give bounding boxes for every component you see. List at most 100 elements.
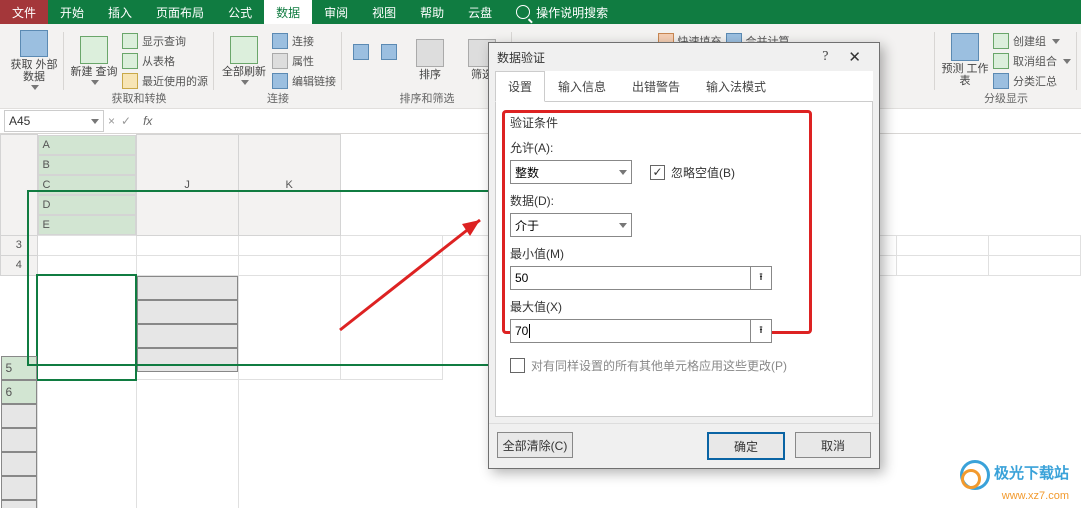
table-icon (80, 36, 108, 64)
sort-asc-button[interactable] (348, 32, 374, 72)
subtotal-button[interactable]: 分类汇总 (993, 72, 1071, 90)
ungroup-icon (993, 53, 1009, 69)
cell[interactable] (137, 276, 238, 300)
forecast-icon (951, 33, 979, 61)
cell[interactable] (137, 348, 238, 372)
name-box[interactable]: A45 (4, 110, 104, 132)
tab-ime-mode[interactable]: 输入法模式 (693, 71, 779, 102)
allow-select[interactable]: 整数 (510, 160, 632, 184)
group-icon (993, 33, 1009, 49)
tab-cloud[interactable]: 云盘 (456, 0, 504, 24)
sort-za-icon (381, 44, 397, 60)
lightbulb-icon (516, 5, 530, 19)
sort-button[interactable]: 排序 (406, 30, 454, 90)
edit-link-icon (272, 73, 288, 89)
cell[interactable] (137, 324, 238, 348)
sort-icon (416, 39, 444, 67)
link-icon (272, 33, 288, 49)
recent-sources-button[interactable]: 最近使用的源 (122, 72, 208, 90)
chevron-down-icon (241, 80, 249, 85)
tab-error-alert[interactable]: 出错警告 (619, 71, 693, 102)
data-select[interactable]: 介于 (510, 213, 632, 237)
group-label: 排序和筛选 (400, 90, 455, 108)
tab-view[interactable]: 视图 (360, 0, 408, 24)
text-caret (529, 324, 530, 338)
group-button[interactable]: 创建组 (993, 32, 1071, 50)
accept-icon: ✓ (121, 114, 131, 128)
refresh-icon (230, 36, 258, 64)
tab-data[interactable]: 数据 (264, 0, 312, 24)
tab-layout[interactable]: 页面布局 (144, 0, 216, 24)
tab-formula[interactable]: 公式 (216, 0, 264, 24)
cell[interactable] (1, 404, 37, 428)
active-cell[interactable] (37, 275, 136, 380)
sort-desc-button[interactable] (376, 32, 402, 72)
group-label: 连接 (267, 90, 289, 108)
ungroup-button[interactable]: 取消组合 (993, 52, 1071, 70)
close-icon[interactable]: ✕ (838, 48, 871, 66)
col-header[interactable]: B (38, 155, 136, 175)
dialog-titlebar[interactable]: 数据验证 ? ✕ (489, 43, 879, 71)
edit-links-button[interactable]: 编辑链接 (272, 72, 336, 90)
clear-all-button[interactable]: 全部清除(C) (497, 432, 573, 458)
col-header[interactable]: J (136, 135, 238, 236)
from-table-button[interactable]: 从表格 (122, 52, 208, 70)
min-label: 最小值(M) (510, 245, 858, 262)
database-icon (20, 30, 48, 57)
section-label: 验证条件 (510, 114, 858, 131)
new-query-button[interactable]: 新建 查询 (70, 30, 118, 90)
get-external-data-button[interactable]: 获取 外部数据 (10, 30, 58, 90)
tab-settings[interactable]: 设置 (495, 71, 545, 102)
show-queries-button[interactable]: 显示查询 (122, 32, 208, 50)
properties-icon (272, 53, 288, 69)
cancel-button[interactable]: 取消 (795, 432, 871, 458)
checkbox-checked-icon: ✓ (650, 165, 665, 180)
range-picker-icon[interactable]: ⭱ (750, 267, 771, 289)
properties-button[interactable]: 属性 (272, 52, 336, 70)
chevron-down-icon (619, 223, 627, 228)
col-header[interactable]: K (238, 135, 340, 236)
data-validation-dialog: 数据验证 ? ✕ 设置 输入信息 出错警告 输入法模式 验证条件 允许(A): … (488, 42, 880, 469)
tab-insert[interactable]: 插入 (96, 0, 144, 24)
dialog-tabs: 设置 输入信息 出错警告 输入法模式 (495, 71, 873, 102)
range-picker-icon[interactable]: ⭱ (750, 320, 771, 342)
tab-file[interactable]: 文件 (0, 0, 48, 24)
col-header[interactable]: E (38, 215, 136, 235)
row-header[interactable]: 3 (1, 235, 38, 255)
table-small-icon (122, 53, 138, 69)
max-input[interactable]: 70⭱ (510, 319, 772, 343)
forecast-button[interactable]: 预测 工作表 (941, 30, 989, 90)
row-header[interactable]: 6 (1, 380, 37, 404)
list-icon (122, 33, 138, 49)
chevron-down-icon (31, 85, 39, 90)
col-header[interactable]: A (38, 135, 136, 155)
ignore-blank-checkbox[interactable]: ✓忽略空值(B) (650, 164, 735, 181)
tell-me-search[interactable]: 操作说明搜索 (504, 0, 620, 24)
chevron-down-icon (91, 80, 99, 85)
tab-input-message[interactable]: 输入信息 (545, 71, 619, 102)
tab-help[interactable]: 帮助 (408, 0, 456, 24)
fx-icon[interactable]: fx (135, 114, 160, 128)
refresh-all-button[interactable]: 全部刷新 (220, 30, 268, 90)
apply-all-checkbox[interactable]: 对有同样设置的所有其他单元格应用这些更改(P) (510, 357, 858, 374)
select-all-corner[interactable] (1, 135, 38, 236)
watermark-logo-icon (960, 460, 990, 490)
min-input[interactable]: 50⭱ (510, 266, 772, 290)
main-tabstrip: 文件 开始 插入 页面布局 公式 数据 审阅 视图 帮助 云盘 操作说明搜索 (0, 0, 1081, 24)
group-label: 获取和转换 (112, 90, 167, 108)
col-header[interactable]: D (38, 195, 136, 215)
help-icon[interactable]: ? (812, 49, 838, 65)
row-header[interactable]: 4 (1, 255, 38, 275)
tab-review[interactable]: 审阅 (312, 0, 360, 24)
chevron-down-icon (91, 119, 99, 124)
tab-home[interactable]: 开始 (48, 0, 96, 24)
ok-button[interactable]: 确定 (707, 432, 785, 460)
col-header[interactable]: C (38, 175, 136, 195)
row-header[interactable]: 5 (1, 356, 37, 380)
cell[interactable] (137, 300, 238, 324)
cancel-icon: × (108, 114, 115, 128)
connections-button[interactable]: 连接 (272, 32, 336, 50)
chevron-down-icon (1063, 59, 1071, 64)
max-label: 最大值(X) (510, 298, 858, 315)
dialog-title: 数据验证 (497, 49, 545, 66)
